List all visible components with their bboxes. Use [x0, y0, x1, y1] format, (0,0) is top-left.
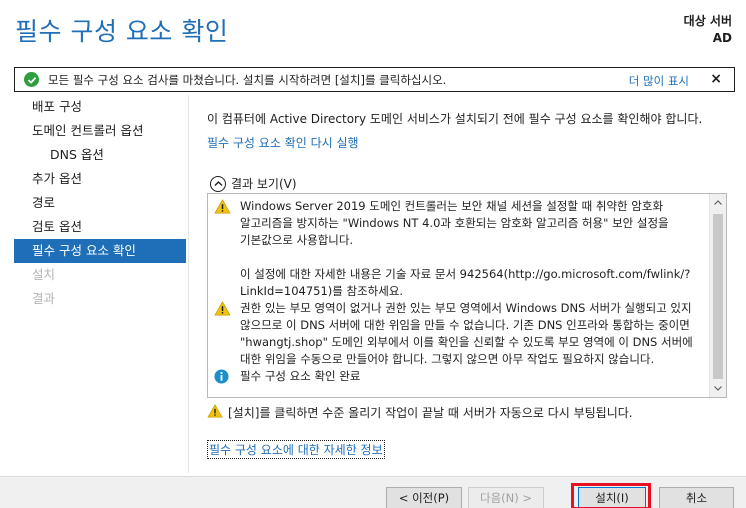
result-text: Windows Server 2019 도메인 컨트롤러는 보안 채널 세션을 … — [240, 199, 669, 247]
scroll-up-icon[interactable] — [710, 194, 726, 211]
next-button: 다음(N) > — [468, 487, 544, 508]
nav-item-prerequisites-check[interactable]: 필수 구성 요소 확인 — [14, 239, 186, 263]
nav-divider — [188, 95, 189, 473]
wizard-nav: 배포 구성 도메인 컨트롤러 옵션 DNS 옵션 추가 옵션 경로 검토 옵션 … — [14, 95, 186, 311]
nav-item-paths[interactable]: 경로 — [14, 191, 186, 215]
nav-item-dns-options[interactable]: DNS 옵션 — [14, 143, 186, 167]
cancel-button[interactable]: 취소 — [659, 487, 734, 508]
target-server: 대상 서버 AD — [684, 13, 732, 47]
result-item: 필수 구성 요소 확인 완료 — [214, 368, 706, 389]
warning-icon — [214, 301, 232, 321]
reboot-warning: [설치]를 클릭하면 수준 올리기 작업이 끝날 때 서버가 자동으로 다시 부… — [207, 404, 633, 421]
nav-item-deployment-config[interactable]: 배포 구성 — [14, 95, 186, 119]
results-header-label: 결과 보기(V) — [231, 177, 297, 191]
results-list: Windows Server 2019 도메인 컨트롤러는 보안 채널 세션을 … — [207, 193, 727, 398]
nav-item-installation: 설치 — [32, 267, 56, 282]
page-title: 필수 구성 요소 확인 — [15, 17, 229, 46]
close-icon[interactable]: × — [710, 71, 722, 87]
result-item: Windows Server 2019 도메인 컨트롤러는 보안 채널 세션을 … — [214, 198, 706, 300]
chevron-up-icon[interactable] — [210, 175, 226, 192]
results-scrollbar[interactable] — [709, 194, 726, 397]
scroll-down-icon[interactable] — [710, 380, 726, 397]
target-server-label: 대상 서버 — [683, 14, 732, 28]
wizard-footer: < 이전(P) 다음(N) > 설치(I) 취소 — [0, 476, 746, 508]
nav-item-dc-options[interactable]: 도메인 컨트롤러 옵션 — [14, 119, 186, 143]
results-toggle[interactable]: 결과 보기(V) — [210, 175, 297, 192]
nav-item-additional-options[interactable]: 추가 옵션 — [14, 167, 186, 191]
scrollbar-thumb[interactable] — [713, 214, 723, 379]
reboot-warning-text: [설치]를 클릭하면 수준 올리기 작업이 끝날 때 서버가 자동으로 다시 부… — [228, 406, 633, 420]
prerequisites-info-link[interactable]: 필수 구성 요소에 대한 자세한 정보 — [207, 440, 385, 459]
nav-item-review-options[interactable]: 검토 옵션 — [14, 215, 186, 239]
show-more-link[interactable]: 더 많이 표시 — [629, 73, 689, 89]
target-server-name: AD — [712, 31, 732, 45]
info-icon — [214, 369, 232, 389]
result-item: 권한 있는 부모 영역이 없거나 권한 있는 부모 영역에서 Windows D… — [214, 300, 706, 368]
nav-item-results: 결과 — [32, 291, 56, 306]
page-description: 이 컴퓨터에 Active Directory 도메인 서비스가 설치되기 전에… — [207, 112, 703, 126]
result-text-detail: 이 설정에 대한 자세한 내용은 기술 자료 문서 942564(http://… — [240, 267, 691, 298]
result-text: 권한 있는 부모 영역이 없거나 권한 있는 부모 영역에서 Windows D… — [240, 301, 693, 366]
install-button[interactable]: 설치(I) — [578, 487, 646, 508]
status-message: 모든 필수 구성 요소 검사를 마쳤습니다. 설치를 시작하려면 [설치]를 클… — [48, 72, 447, 87]
status-bar: 모든 필수 구성 요소 검사를 마쳤습니다. 설치를 시작하려면 [설치]를 클… — [14, 67, 735, 92]
result-text: 필수 구성 요소 확인 완료 — [240, 369, 361, 383]
warning-icon — [214, 199, 232, 219]
previous-button[interactable]: < 이전(P) — [386, 487, 462, 508]
check-icon — [24, 72, 39, 87]
rerun-prerequisites-link[interactable]: 필수 구성 요소 확인 다시 실행 — [207, 134, 359, 151]
warning-icon — [207, 404, 223, 421]
